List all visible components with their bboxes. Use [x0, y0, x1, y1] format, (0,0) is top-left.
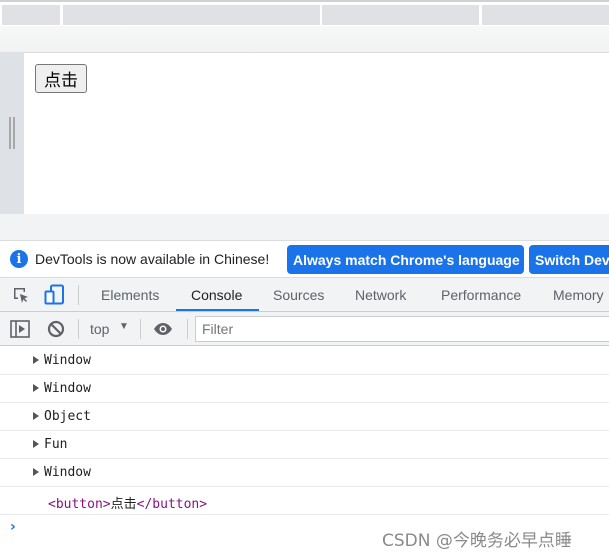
message-text: Fun	[44, 437, 68, 452]
device-toolbar-icon[interactable]	[44, 284, 66, 306]
language-infobar: i DevTools is now available in Chinese! …	[0, 240, 609, 278]
message-text: Window	[44, 465, 91, 480]
console-element-message[interactable]: <button>点击</button>	[0, 487, 609, 515]
tab-network[interactable]: Network	[355, 287, 406, 303]
message-text: Window	[44, 381, 91, 396]
tab-placeholder[interactable]	[63, 5, 320, 25]
active-tab-indicator	[176, 309, 259, 311]
browser-toolbar	[0, 26, 609, 53]
tab-placeholder[interactable]	[482, 5, 609, 25]
expand-triangle-icon[interactable]	[33, 468, 39, 476]
info-icon: i	[10, 250, 28, 268]
console-message[interactable]: Window	[0, 375, 609, 403]
filter-input[interactable]	[195, 316, 609, 342]
divider	[140, 319, 141, 339]
console-prompt-icon[interactable]: ›	[10, 519, 16, 535]
element-content: 点击	[110, 497, 137, 512]
expand-triangle-icon[interactable]	[33, 384, 39, 392]
message-text: Window	[44, 353, 91, 368]
close-tag: </button>	[136, 497, 208, 512]
console-message[interactable]: Fun	[0, 431, 609, 459]
console-message[interactable]: Window	[0, 347, 609, 375]
tab-placeholder[interactable]	[322, 5, 479, 25]
open-tag: <button>	[48, 497, 111, 512]
match-language-button[interactable]: Always match Chrome's language	[287, 245, 524, 274]
console-message[interactable]: Window	[0, 459, 609, 487]
watermark: CSDN @今晚务必早点睡	[382, 531, 572, 551]
tab-console[interactable]: Console	[191, 287, 242, 303]
tab-placeholder[interactable]	[2, 5, 60, 25]
tab-sources[interactable]: Sources	[273, 287, 324, 303]
infobar-message: DevTools is now available in Chinese!	[35, 251, 270, 267]
context-selector[interactable]: top	[90, 321, 109, 337]
expand-triangle-icon[interactable]	[33, 440, 39, 448]
inspect-element-icon[interactable]	[12, 286, 30, 304]
page-viewport: 点击	[25, 53, 609, 213]
dropdown-arrow-icon[interactable]: ▼	[119, 321, 129, 332]
divider	[78, 319, 79, 339]
sidebar-toggle-icon[interactable]	[10, 320, 30, 338]
devtools-tab-bar: Elements Console Sources Network Perform…	[0, 278, 609, 312]
console-message[interactable]: Object	[0, 403, 609, 431]
console-toolbar: top ▼	[0, 312, 609, 346]
divider	[78, 285, 79, 305]
switch-devtools-button[interactable]: Switch Dev	[529, 245, 609, 274]
element-log[interactable]: <button>点击</button>	[48, 493, 207, 512]
click-button[interactable]: 点击	[35, 64, 87, 93]
divider	[187, 319, 188, 339]
expand-triangle-icon[interactable]	[33, 412, 39, 420]
clear-console-icon[interactable]	[47, 320, 65, 338]
viewport-bottom-area	[0, 214, 609, 240]
expand-triangle-icon[interactable]	[33, 356, 39, 364]
resize-handle[interactable]	[9, 117, 15, 149]
browser-tab-strip	[0, 0, 609, 26]
live-expression-eye-icon[interactable]	[153, 322, 173, 336]
tab-performance[interactable]: Performance	[441, 287, 521, 303]
tab-elements[interactable]: Elements	[101, 287, 159, 303]
tab-memory[interactable]: Memory	[553, 287, 604, 303]
message-text: Object	[44, 409, 91, 424]
